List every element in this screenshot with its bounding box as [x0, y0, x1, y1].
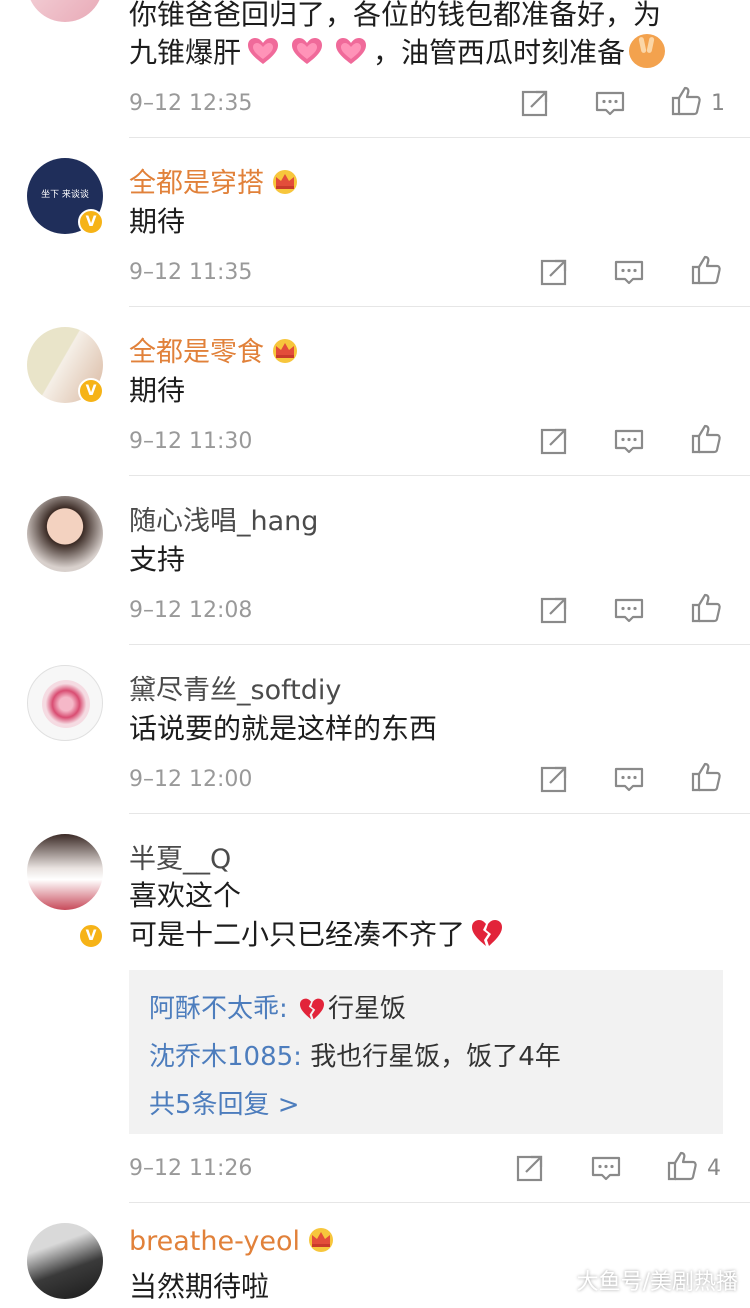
- like-thumb-icon[interactable]: [689, 591, 723, 625]
- comment-icon[interactable]: [593, 86, 627, 120]
- like-count: 1: [711, 91, 725, 116]
- reply-user[interactable]: 沈乔木1085: [149, 1042, 293, 1072]
- verified-badge-icon: V: [78, 209, 104, 235]
- comment-text: 当然期待啦: [129, 1270, 270, 1303]
- avatar[interactable]: [27, 496, 103, 572]
- divider: [129, 306, 750, 307]
- reply-item[interactable]: 沈乔木1085: 我也行星饭，饭了4年: [149, 1036, 561, 1073]
- user-name[interactable]: 黛尽青丝_softdiy: [129, 668, 341, 707]
- comment-text: 话说要的就是这样的东西: [129, 712, 438, 745]
- user-name[interactable]: 全都是穿搭: [129, 168, 264, 199]
- comment-text: 你锥爸爸回归了，各位的钱包都准备好，为: [129, 0, 662, 31]
- comment-text-line-1: 你锥爸爸回归了，各位的钱包都准备好，为: [129, 0, 661, 36]
- verified-badge-icon: V: [78, 378, 104, 404]
- user-name-wrap: breathe-yeol: [129, 1226, 336, 1257]
- avatar[interactable]: [27, 834, 103, 910]
- divider: [129, 813, 750, 814]
- verified-badge-icon: V: [78, 923, 104, 949]
- comment-time: 9–12 11:26: [129, 1156, 253, 1181]
- comment-icon[interactable]: [612, 762, 646, 796]
- broken-heart-icon: [298, 997, 326, 1021]
- peace-hand-emoji-icon: [629, 34, 666, 68]
- like-thumb-icon[interactable]: [669, 84, 703, 118]
- reply-text: 行星饭: [328, 994, 407, 1024]
- comment-text: ，油管西瓜时刻准备: [373, 36, 626, 69]
- comment-icon[interactable]: [589, 1151, 623, 1185]
- avatar[interactable]: [27, 0, 103, 22]
- reply-panel[interactable]: 阿酥不太乖: 行星饭 沈乔木1085: 我也行星饭，饭了4年 共5条回复 >: [129, 970, 723, 1134]
- comment-text: 期待: [129, 374, 186, 407]
- comment-time: 9–12 12:08: [129, 598, 253, 623]
- comment-text: 喜欢这个: [129, 879, 242, 912]
- reply-item[interactable]: 阿酥不太乖: 行星饭: [149, 988, 406, 1025]
- user-name[interactable]: 半夏__Q: [129, 837, 231, 876]
- avatar-text: 坐下 来谈谈: [41, 190, 89, 200]
- divider: [129, 644, 750, 645]
- comment-time: 9–12 12:35: [129, 91, 253, 116]
- user-name[interactable]: breathe-yeol: [129, 1226, 300, 1257]
- avatar[interactable]: [27, 665, 103, 741]
- crown-icon: [306, 1226, 336, 1252]
- watermark: 大鱼号/美剧热播: [576, 1270, 738, 1295]
- comment-icon[interactable]: [612, 255, 646, 289]
- user-name-wrap: 全都是零食: [129, 330, 300, 369]
- heart-icon: [246, 36, 280, 66]
- divider: [129, 1202, 750, 1203]
- crown-icon: [270, 168, 300, 194]
- edit-share-icon[interactable]: [537, 593, 571, 627]
- broken-heart-icon: [470, 918, 504, 948]
- edit-share-icon[interactable]: [537, 255, 571, 289]
- comment-text: 支持: [129, 543, 186, 576]
- heart-icon: [290, 36, 324, 66]
- user-name[interactable]: 全都是零食: [129, 337, 264, 368]
- reply-separator: :: [293, 1042, 302, 1072]
- like-thumb-icon[interactable]: [665, 1149, 699, 1183]
- comment-text: 可是十二小只已经凑不齐了: [129, 918, 466, 951]
- user-name[interactable]: 随心浅唱_hang: [129, 499, 318, 538]
- comment-icon[interactable]: [612, 424, 646, 458]
- divider: [129, 137, 750, 138]
- comment-icon[interactable]: [612, 593, 646, 627]
- comment-time: 9–12 11:30: [129, 429, 253, 454]
- reply-user[interactable]: 阿酥不太乖: [149, 994, 279, 1024]
- like-thumb-icon[interactable]: [689, 760, 723, 794]
- reply-text: 我也行星饭，饭了4年: [301, 1042, 561, 1072]
- edit-share-icon[interactable]: [537, 762, 571, 796]
- comment-text-line-2: 可是十二小只已经凑不齐了: [129, 914, 509, 956]
- comment-time: 9–12 12:00: [129, 767, 253, 792]
- crown-icon: [270, 337, 300, 363]
- reply-separator: :: [279, 994, 288, 1024]
- user-name-wrap: 全都是穿搭: [129, 161, 300, 200]
- edit-share-icon[interactable]: [518, 86, 552, 120]
- edit-share-icon[interactable]: [513, 1151, 547, 1185]
- like-count: 4: [707, 1156, 721, 1181]
- edit-share-icon[interactable]: [537, 424, 571, 458]
- divider: [129, 475, 750, 476]
- view-all-replies-link[interactable]: 共5条回复 >: [149, 1084, 300, 1121]
- comment-text: 九锥爆肝: [129, 36, 242, 69]
- comment-text-line-2: 九锥爆肝 ，油管西瓜时刻准备: [129, 32, 666, 74]
- heart-icon: [334, 36, 368, 66]
- like-thumb-icon[interactable]: [689, 422, 723, 456]
- like-thumb-icon[interactable]: [689, 253, 723, 287]
- avatar[interactable]: [27, 1223, 103, 1299]
- comment-text: 期待: [129, 205, 186, 238]
- comment-time: 9–12 11:35: [129, 260, 253, 285]
